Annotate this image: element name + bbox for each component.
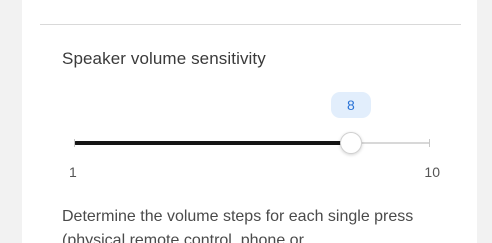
setting-title: Speaker volume sensitivity: [62, 49, 266, 68]
settings-card: Speaker volume sensitivity 8 1 10 Determ…: [22, 0, 477, 243]
setting-description: Determine the volume steps for each sing…: [62, 208, 414, 243]
volume-sensitivity-slider[interactable]: 8 1 10: [69, 88, 440, 188]
slider-max-tick: [429, 139, 430, 147]
slider-fill: [74, 141, 351, 145]
divider: [40, 24, 461, 25]
slider-min-tick: [74, 139, 75, 147]
slider-min-label: 1: [69, 164, 77, 180]
slider-value-bubble: 8: [330, 92, 371, 118]
slider-max-label: 10: [424, 164, 440, 180]
slider-thumb[interactable]: [339, 132, 362, 154]
